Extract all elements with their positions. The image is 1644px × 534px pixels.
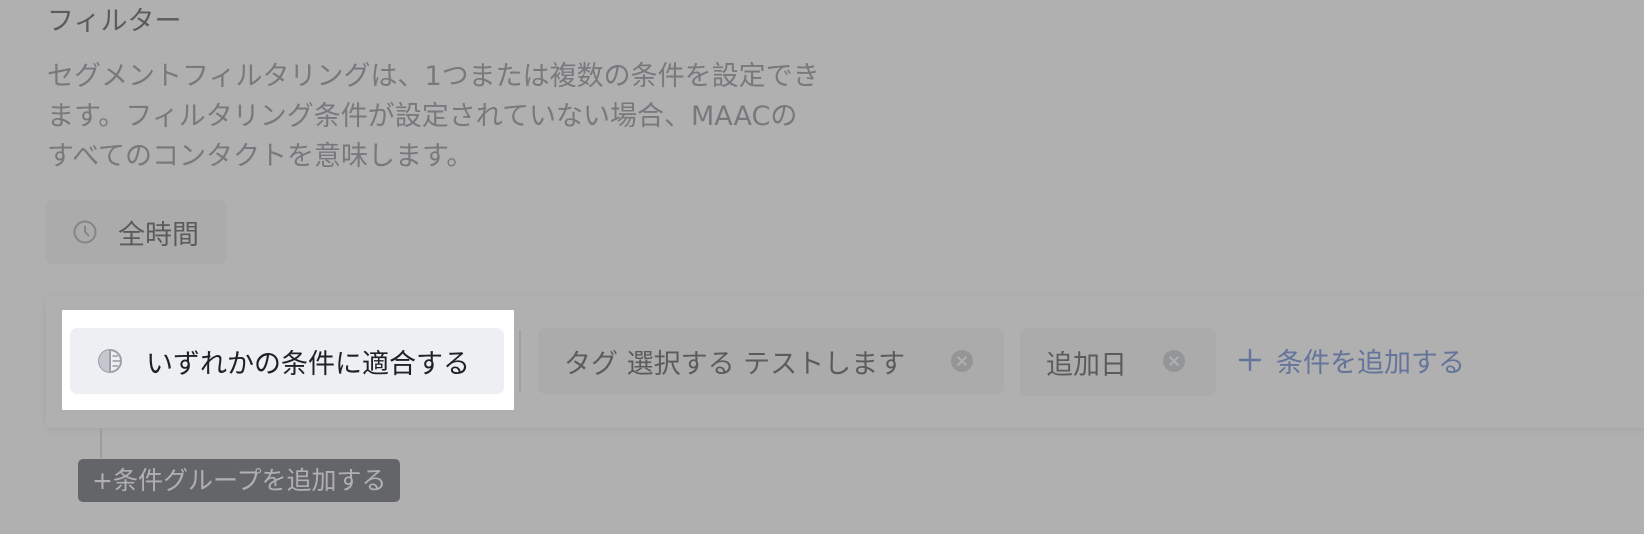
plus-icon	[1238, 348, 1262, 372]
date-condition-label: 追加日	[1046, 349, 1127, 381]
date-condition-chip[interactable]: 追加日	[1020, 328, 1216, 396]
group-connector-line	[100, 428, 102, 458]
clear-circle-icon[interactable]	[1162, 349, 1186, 373]
match-mode-selector[interactable]: いずれかの条件に適合する	[70, 328, 504, 394]
time-range-button[interactable]: 全時間	[46, 200, 226, 264]
add-condition-button[interactable]: 条件を追加する	[1238, 338, 1465, 382]
clock-icon	[72, 219, 98, 245]
chip-divider	[519, 330, 521, 392]
add-condition-group-button[interactable]: +条件グループを追加する	[78, 459, 401, 502]
filter-description: セグメントフィルタリングは、1つまたは複数の条件を設定でき ます。フィルタリング…	[47, 61, 820, 172]
filter-section: フィルター セグメントフィルタリングは、1つまたは複数の条件を設定でき ます。フ…	[0, 0, 1644, 534]
section-title: フィルター	[47, 6, 182, 37]
half-circle-icon	[96, 347, 124, 375]
tag-condition-label: タグ 選択する テストします	[564, 348, 906, 380]
clear-circle-icon[interactable]	[950, 349, 974, 373]
time-range-label: 全時間	[118, 219, 199, 251]
tag-condition-chip[interactable]: タグ 選択する テストします	[538, 328, 1004, 394]
add-condition-label: 条件を追加する	[1276, 347, 1465, 379]
match-mode-label: いずれかの条件に適合する	[146, 348, 470, 380]
